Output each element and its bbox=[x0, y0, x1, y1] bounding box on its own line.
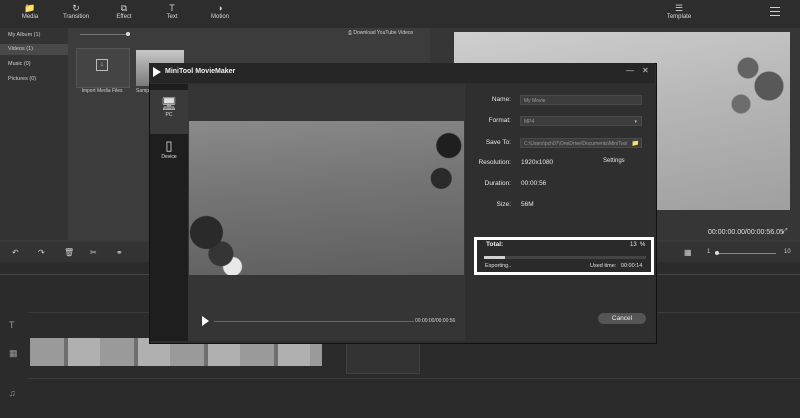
menu-icon[interactable] bbox=[770, 7, 780, 19]
minimize-icon[interactable]: — bbox=[626, 66, 634, 75]
size-label: Size: bbox=[496, 201, 511, 208]
delete-icon[interactable]: 🗑 bbox=[64, 248, 74, 257]
app-logo-icon bbox=[153, 67, 161, 77]
library-item-videos[interactable]: Videos (1) bbox=[0, 44, 68, 55]
close-icon[interactable]: ✕ bbox=[642, 66, 649, 75]
format-label: Format: bbox=[488, 117, 511, 124]
preview-time: 00:00:00.00/00:00:56.05 bbox=[708, 229, 784, 236]
progress-bar bbox=[484, 256, 646, 259]
folder-icon[interactable]: 📁 bbox=[632, 139, 639, 147]
progress-fill bbox=[484, 256, 506, 259]
slider-knob[interactable] bbox=[126, 32, 130, 36]
fullscreen-icon[interactable]: ⤢ bbox=[782, 228, 788, 236]
sample-label: Samp bbox=[136, 88, 150, 94]
preview-tree bbox=[720, 32, 790, 122]
zoom-max-label: 10 bbox=[784, 249, 791, 255]
phone-icon: ▯ bbox=[165, 138, 173, 153]
motion-tab[interactable]: ◑ Motion bbox=[198, 3, 242, 20]
text-track-icon: T bbox=[9, 320, 15, 330]
preview-tree-left bbox=[189, 190, 247, 275]
dialog-title: MiniTool MovieMaker bbox=[165, 68, 236, 75]
library-item-album[interactable]: My Album (1) bbox=[8, 32, 40, 38]
zoom-knob[interactable] bbox=[715, 251, 719, 255]
transition-tab[interactable]: ↻ Transition bbox=[54, 3, 98, 20]
text-icon: T bbox=[169, 3, 175, 13]
effect-icon: ⧉ bbox=[120, 3, 128, 13]
tab-device[interactable]: ▯ Device bbox=[150, 138, 188, 160]
zoom-min-label: 1 bbox=[707, 249, 711, 255]
library-sidebar bbox=[0, 28, 68, 240]
audio-icon[interactable]: ⚭ bbox=[116, 248, 123, 257]
import-media-label: Import Media Files bbox=[81, 88, 123, 94]
effect-tab[interactable]: ⧉ Effect bbox=[102, 3, 146, 20]
zoom-fit-icon[interactable]: ▦ bbox=[684, 248, 692, 257]
total-label: Total: bbox=[486, 241, 504, 248]
duration-value: 00:00:56 bbox=[521, 180, 547, 187]
dropdown-icon: ▾ bbox=[634, 119, 637, 125]
size-value: 56M bbox=[521, 201, 534, 208]
playback-scrubber[interactable] bbox=[214, 321, 414, 322]
saveto-label: Save To: bbox=[485, 139, 511, 146]
used-time: Used time: 00:00:14 bbox=[590, 263, 643, 269]
motion-icon: ◑ bbox=[217, 3, 223, 13]
resolution-value: 1920x1080 bbox=[521, 159, 554, 166]
undo-icon[interactable]: ↶ bbox=[12, 248, 19, 257]
thumb-size-slider[interactable] bbox=[80, 34, 130, 35]
settings-button[interactable]: Settings bbox=[603, 158, 625, 164]
progress-percent: 13 % bbox=[630, 242, 646, 248]
tab-pc[interactable]: 🖥 PC bbox=[150, 96, 188, 118]
play-icon[interactable] bbox=[202, 316, 209, 326]
music-track-icon: ♫ bbox=[9, 388, 16, 398]
transition-icon: ↻ bbox=[72, 3, 80, 13]
saveto-field[interactable]: C:\Users\pch07\OneDrive\Documents\MiniTo… bbox=[520, 138, 642, 148]
library-item-pictures[interactable]: Pictures (0) bbox=[8, 76, 36, 82]
clip-placeholder bbox=[346, 340, 420, 374]
cancel-button[interactable]: Cancel bbox=[598, 313, 646, 324]
zoom-slider[interactable] bbox=[716, 253, 776, 254]
monitor-icon: 🖥 bbox=[160, 96, 178, 111]
duration-label: Duration: bbox=[484, 180, 511, 187]
text-tab[interactable]: T Text bbox=[150, 3, 194, 20]
name-label: Name: bbox=[491, 96, 511, 103]
library-item-music[interactable]: Music (0) bbox=[8, 61, 31, 67]
import-icon: ↓ bbox=[96, 59, 108, 71]
layers-icon: ☰ bbox=[674, 3, 684, 13]
export-status: Exporting.. bbox=[485, 263, 512, 269]
download-youtube-link[interactable]: ⎙ Download YouTube Videos bbox=[348, 30, 413, 36]
playback-time: 00:00:00/00:00:56 bbox=[415, 318, 456, 324]
template-button[interactable]: ☰ Template bbox=[657, 3, 701, 20]
media-tab[interactable]: 📁 Media bbox=[8, 3, 52, 20]
folder-icon: 📁 bbox=[24, 3, 36, 13]
main-toolbar: 📁 Media ↻ Transition ⧉ Effect T Text ◑ Motion… bbox=[0, 0, 800, 28]
split-icon[interactable]: ✂ bbox=[90, 248, 97, 257]
format-select[interactable]: MP4 ▾ bbox=[520, 116, 642, 126]
video-track-icon: ▦ bbox=[9, 348, 18, 358]
name-field[interactable]: My Movie bbox=[520, 95, 642, 105]
redo-icon[interactable]: ↷ bbox=[38, 248, 45, 257]
resolution-label: Resolution: bbox=[478, 159, 511, 166]
preview-tree-right bbox=[426, 121, 464, 203]
video-track-lane bbox=[28, 378, 800, 379]
